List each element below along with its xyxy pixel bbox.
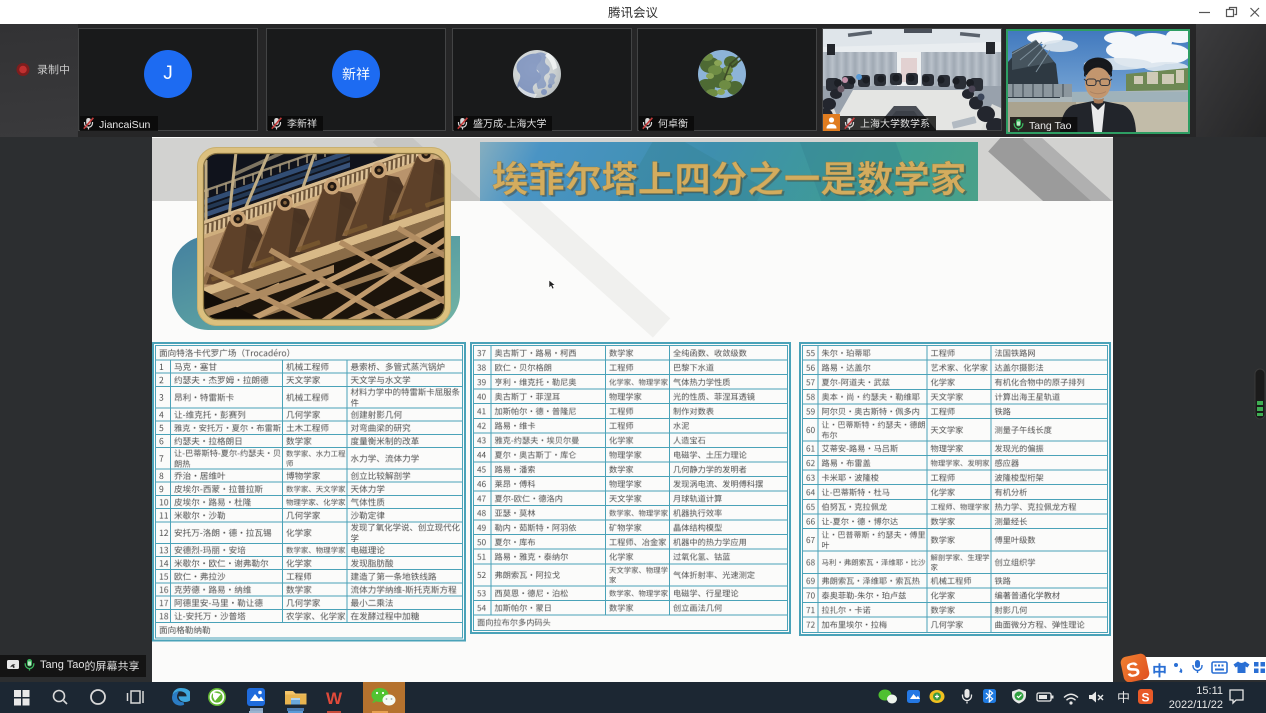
svg-text:JiancaiSun: JiancaiSun bbox=[99, 119, 151, 131]
svg-text:S: S bbox=[1124, 658, 1142, 682]
svg-text:Tang Tao: Tang Tao bbox=[1029, 120, 1072, 132]
svg-text:S: S bbox=[1142, 691, 1150, 705]
svg-text:W: W bbox=[326, 689, 343, 708]
